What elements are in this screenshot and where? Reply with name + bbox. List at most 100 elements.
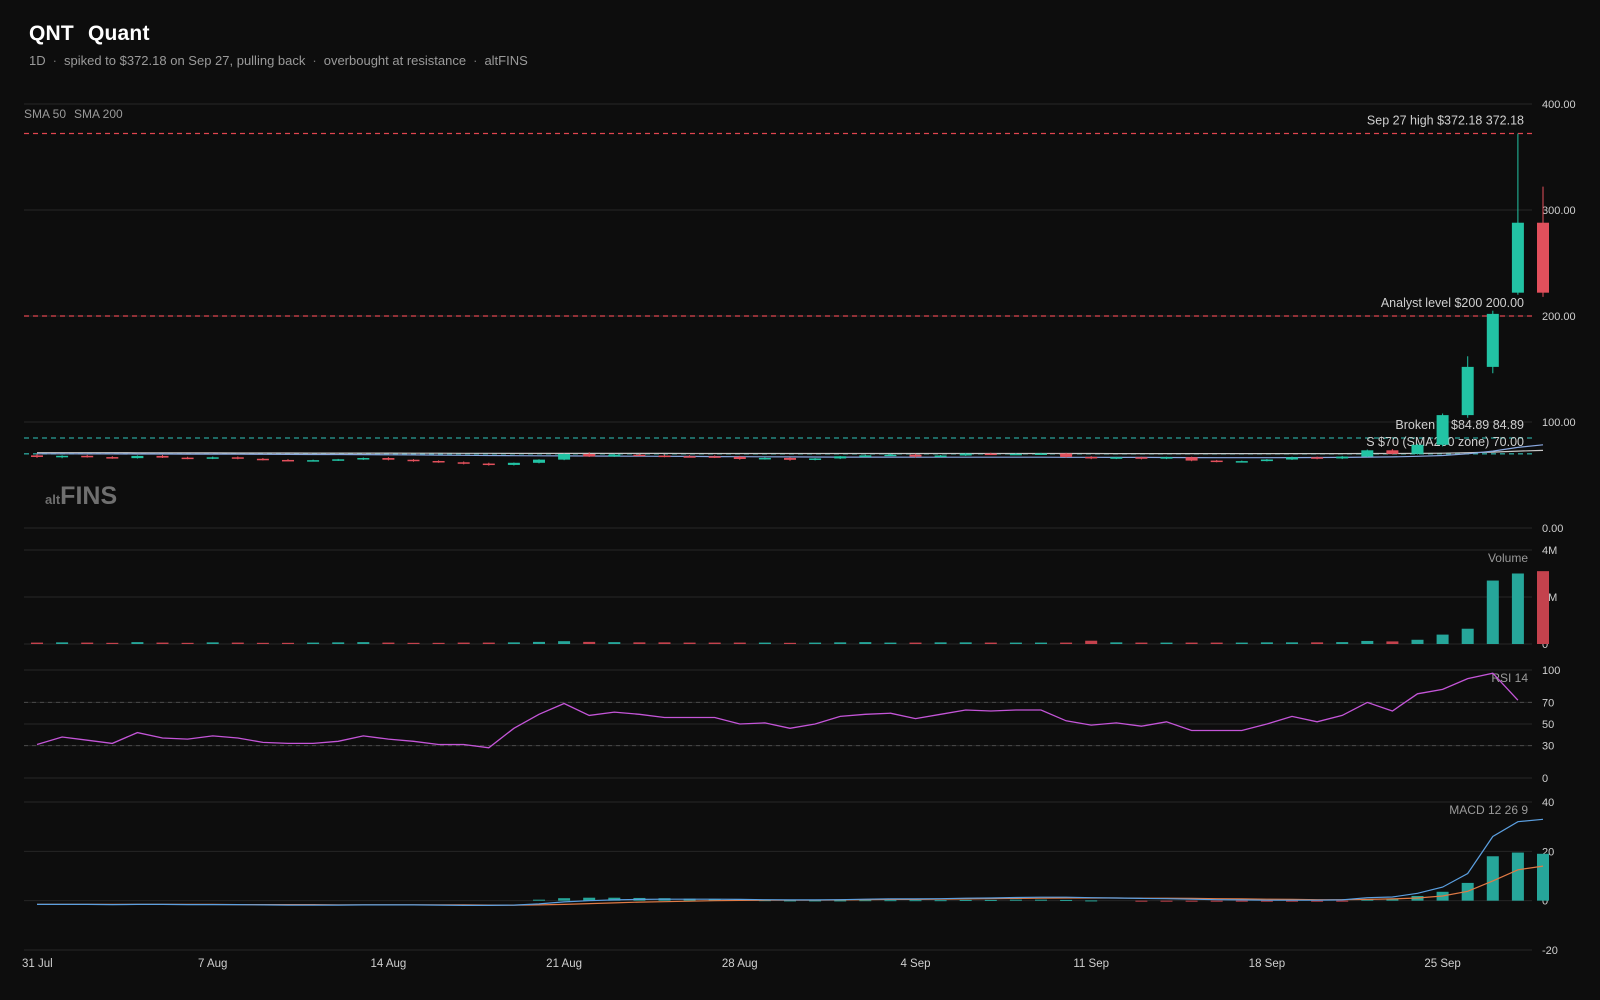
volume-bar (1461, 628, 1474, 644)
macd-histogram-bar (1060, 899, 1073, 901)
candle-body (1386, 450, 1399, 454)
candle-body (558, 454, 571, 460)
rsi-tick-label: 100 (1542, 665, 1560, 677)
volume-bar (357, 642, 370, 644)
x-axis-label: 28 Aug (722, 958, 758, 970)
candle-body (382, 458, 395, 460)
candle-body (733, 456, 746, 459)
candle-body (181, 457, 194, 460)
candle-body (1160, 457, 1173, 459)
candle-body (131, 455, 144, 459)
candle-body (1060, 453, 1073, 457)
candle-body (1511, 222, 1524, 293)
volume-bar (1486, 580, 1499, 644)
macd-histogram-bar (834, 900, 847, 902)
volume-bar (1185, 642, 1198, 644)
sma200-line (37, 449, 1544, 455)
volume-bar (507, 642, 520, 644)
macd-line (37, 818, 1544, 907)
macd-histogram-bar (1537, 853, 1549, 901)
volume-bar (1511, 573, 1524, 644)
macd-title: MACD 12 26 9 (1449, 803, 1528, 817)
candle-body (1085, 456, 1098, 459)
level-label: Sep 27 high $372.18 372.18 (1367, 113, 1524, 127)
candle-body (859, 455, 872, 457)
candle-body (1185, 457, 1198, 461)
volume-bar (1135, 642, 1148, 644)
candle-body (482, 463, 495, 466)
macd-histogram-bar (1210, 900, 1223, 902)
x-axis-label: 4 Sep (900, 958, 930, 970)
volume-bar (1286, 642, 1298, 644)
candle-body (457, 462, 470, 464)
macd-histogram-bar (533, 899, 545, 901)
candle-body (583, 454, 596, 457)
volume-bar (583, 641, 596, 644)
candle-body (683, 456, 696, 458)
volume-bar (1336, 642, 1349, 644)
macd-histogram-bar (1009, 899, 1022, 901)
volume-bar (282, 642, 294, 644)
volume-bar (407, 642, 420, 644)
macd-histogram-bar (1085, 900, 1098, 902)
candle-body (959, 453, 972, 456)
volume-bar (984, 642, 997, 644)
candle-body (1135, 457, 1148, 459)
rsi-line (36, 672, 1519, 749)
candle-body (1311, 457, 1324, 459)
macd-histogram-bar (1160, 900, 1173, 902)
candle-body (984, 453, 997, 456)
x-axis-label: 11 Sep (1073, 958, 1109, 970)
volume-bar (1260, 642, 1273, 644)
chart-canvas[interactable]: 0.00100.00200.00300.00400.0002M4M0305070… (0, 0, 1600, 1000)
volume-bar (106, 642, 119, 644)
macd-signal-line (37, 865, 1544, 906)
macd-histogram-bar (1260, 900, 1273, 902)
level-label: Analyst level $200 200.00 (1381, 296, 1524, 310)
macd-tick-label: -20 (1542, 945, 1558, 957)
volume-bar (382, 642, 395, 644)
candle-body (934, 455, 947, 457)
macd-histogram-bar (1336, 900, 1349, 902)
candle-body (1260, 459, 1273, 462)
volume-bar (784, 642, 796, 644)
candle-body (834, 456, 847, 459)
candle-body (56, 455, 69, 458)
volume-bar (1110, 642, 1123, 644)
candle-body (1210, 460, 1223, 463)
candle-body (533, 459, 545, 463)
volume-bar (558, 641, 571, 644)
x-axis-label: 18 Sep (1249, 958, 1285, 970)
macd-histogram-bar (884, 900, 897, 902)
volume-bar (1060, 642, 1073, 644)
macd-histogram-bar (909, 900, 922, 902)
macd-histogram-bar (1311, 900, 1324, 902)
volume-bar (1386, 641, 1399, 644)
macd-histogram-bar (558, 898, 571, 901)
x-axis-label: 14 Aug (370, 958, 406, 970)
candle-body (432, 461, 445, 463)
volume-bar (307, 642, 320, 644)
candle-body (708, 456, 721, 458)
volume-bar (884, 642, 897, 644)
candle-body (884, 454, 897, 457)
candle-body (758, 457, 771, 460)
candle-body (1286, 457, 1298, 460)
legend-sma200: SMA 200 (74, 107, 123, 121)
x-axis-label: 31 Jul (22, 958, 53, 970)
candle-body (307, 460, 320, 462)
candle-body (1235, 461, 1248, 463)
candle-body (256, 458, 269, 461)
candle-body (156, 455, 169, 458)
volume-bar (1085, 640, 1098, 644)
volume-bar (1009, 642, 1022, 644)
volume-bar (658, 642, 671, 644)
macd-histogram-bar (1135, 900, 1148, 902)
volume-bar (758, 642, 771, 644)
volume-bar (1035, 642, 1047, 644)
candle-body (608, 454, 621, 457)
macd-histogram-bar (1511, 852, 1524, 901)
candle-body (1486, 313, 1499, 367)
candle-body (81, 455, 94, 458)
macd-histogram-bar (1185, 900, 1198, 902)
